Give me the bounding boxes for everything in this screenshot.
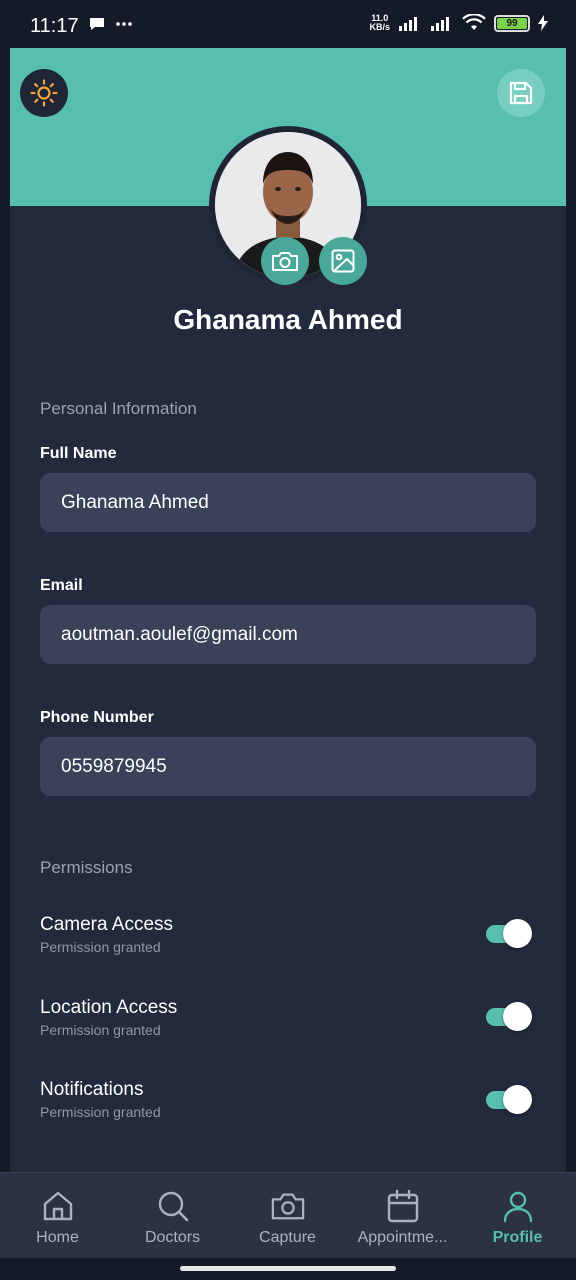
email-field[interactable] <box>40 605 536 664</box>
personal-info-section-title: Personal Information <box>40 399 197 418</box>
permission-title: Notifications <box>40 1079 144 1100</box>
status-time: 11:17 <box>30 15 79 37</box>
nav-home-label: Home <box>36 1229 79 1246</box>
permissions-section-title: Permissions <box>40 858 133 877</box>
nav-profile[interactable]: Profile <box>460 1173 575 1259</box>
nav-capture[interactable]: Capture <box>230 1173 345 1259</box>
battery-icon: 99 <box>494 14 530 32</box>
permission-status: Permission granted <box>40 939 161 955</box>
nav-home[interactable]: Home <box>0 1173 115 1259</box>
camera-icon <box>272 252 298 271</box>
signal-icon-2 <box>431 17 449 31</box>
home-icon <box>41 1189 75 1223</box>
location-access-toggle[interactable] <box>486 1002 532 1031</box>
status-bar: 11:17 11.0 KB/s 99 <box>0 0 576 48</box>
image-icon <box>331 249 355 273</box>
search-icon <box>156 1189 190 1223</box>
permission-status: Permission granted <box>40 1022 161 1038</box>
phone-label: Phone Number <box>40 709 154 726</box>
nav-capture-label: Capture <box>259 1229 316 1246</box>
network-speed: 11.0 KB/s <box>369 14 390 32</box>
charging-icon <box>538 15 548 31</box>
user-icon <box>501 1189 535 1223</box>
full-name-label: Full Name <box>40 445 117 462</box>
save-icon <box>509 81 533 105</box>
status-notification-icons <box>88 16 132 32</box>
toggle-knob <box>503 1002 532 1031</box>
battery-level: 99 <box>497 17 527 29</box>
nav-doctors-label: Doctors <box>144 1229 201 1246</box>
full-name-field[interactable] <box>40 473 536 532</box>
network-speed-unit: KB/s <box>369 22 390 32</box>
toggle-knob <box>503 1085 532 1114</box>
notifications-toggle[interactable] <box>486 1085 532 1114</box>
wifi-icon <box>462 14 486 30</box>
chat-bubble-icon <box>90 18 104 30</box>
more-dots-icon <box>116 22 132 26</box>
permission-title: Location Access <box>40 997 178 1018</box>
nav-doctors[interactable]: Doctors <box>115 1173 230 1259</box>
theme-toggle-button[interactable] <box>20 69 68 117</box>
signal-icon <box>399 17 417 31</box>
bottom-nav: Home Doctors Capture Appointme... Profil… <box>0 1172 576 1258</box>
take-photo-button[interactable] <box>261 237 309 285</box>
nav-profile-label: Profile <box>492 1229 543 1246</box>
toggle-knob <box>503 919 532 948</box>
nav-appointments-label: Appointme... <box>357 1229 448 1246</box>
profile-name: Ghanama Ahmed <box>173 304 403 335</box>
save-button[interactable] <box>497 69 545 117</box>
permission-title: Camera Access <box>40 914 174 935</box>
email-label: Email <box>40 577 83 594</box>
camera-icon <box>271 1189 305 1223</box>
sun-icon <box>30 79 58 107</box>
gesture-bar[interactable] <box>180 1266 396 1271</box>
status-right: 11.0 KB/s 99 <box>369 14 548 32</box>
phone-field[interactable] <box>40 737 536 796</box>
permission-status: Permission granted <box>40 1104 161 1120</box>
profile-screen: Ghanama Ahmed Personal Information Full … <box>10 48 566 1172</box>
nav-appointments[interactable]: Appointme... <box>345 1173 460 1259</box>
choose-image-button[interactable] <box>319 237 367 285</box>
calendar-icon <box>386 1189 420 1223</box>
camera-access-toggle[interactable] <box>486 919 532 948</box>
